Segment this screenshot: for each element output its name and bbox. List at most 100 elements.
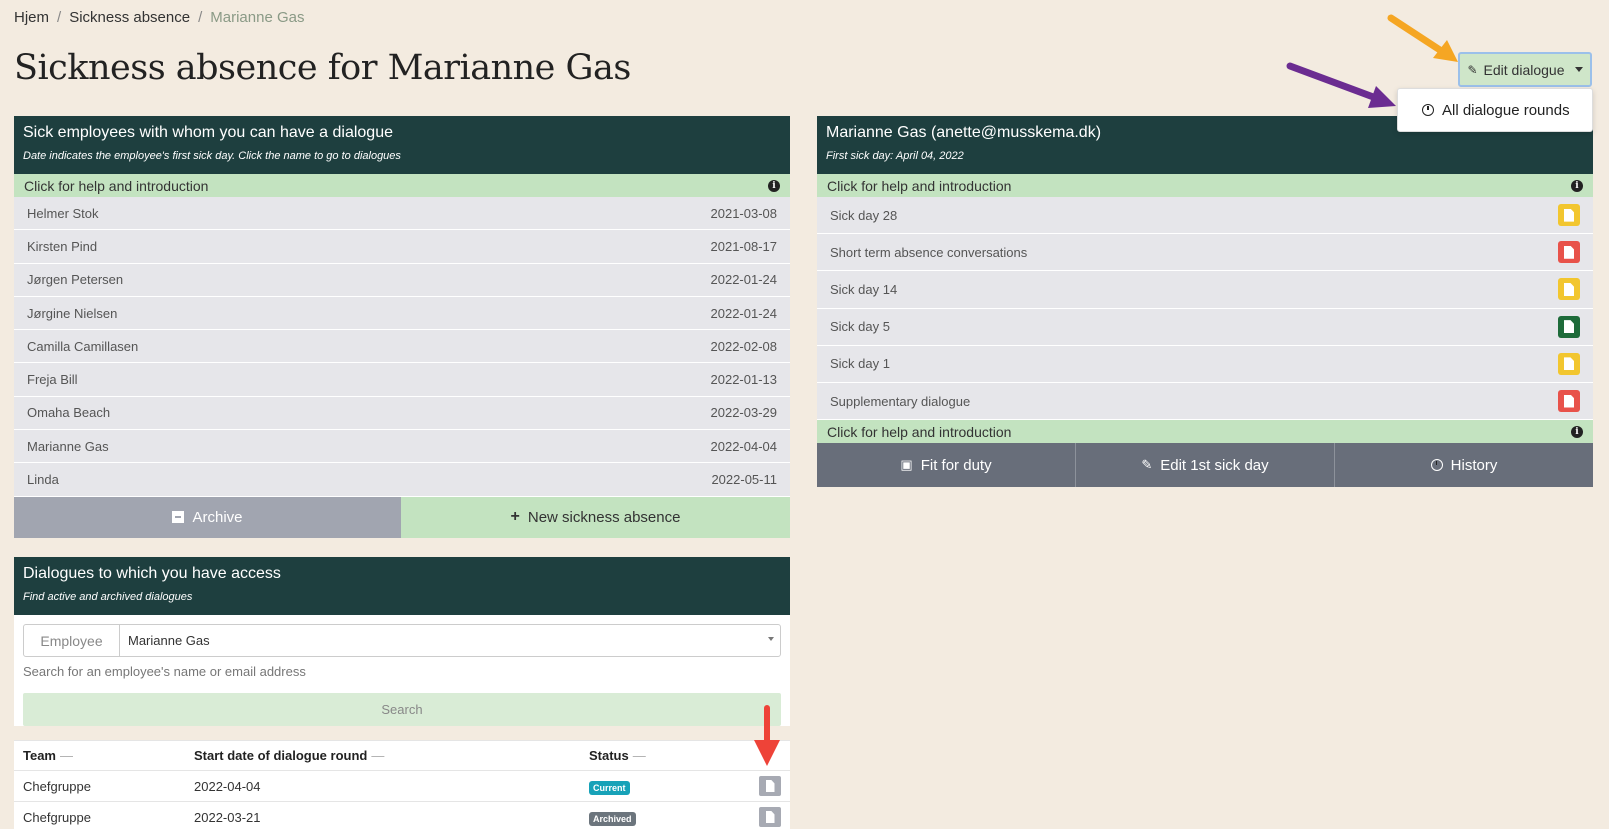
breadcrumb-section[interactable]: Sickness absence — [69, 9, 190, 26]
sick-employees-panel: Sick employees with whom you can have a … — [14, 116, 790, 538]
help-label: Click for help and introduction — [827, 177, 1012, 194]
action-cell — [730, 770, 790, 802]
first-sick-date: 2021-08-17 — [710, 238, 778, 254]
first-sick-date: 2022-01-24 — [710, 305, 778, 321]
help-bar[interactable]: Click for help and introduction i — [14, 174, 790, 197]
calendar-check-icon: ▣ — [900, 457, 913, 473]
document-icon[interactable] — [1558, 241, 1580, 264]
employee-select-text: Marianne Gas — [128, 633, 210, 648]
column-status[interactable]: Status — — [580, 740, 730, 771]
new-sickness-absence-button[interactable]: + New sickness absence — [401, 496, 790, 538]
list-item[interactable]: Marianne Gas 2022-04-04 — [14, 430, 790, 464]
column-start-date[interactable]: Start date of dialogue round — — [185, 740, 580, 771]
archive-icon — [172, 511, 185, 524]
employee-select-value[interactable]: Marianne Gas — [120, 625, 780, 656]
employee-name[interactable]: Camilla Camillasen — [27, 339, 138, 354]
search-card: Employee Marianne Gas Search for an empl… — [14, 615, 790, 726]
list-item[interactable]: Helmer Stok 2021-03-08 — [14, 197, 790, 231]
sick-panel-actions: Archive + New sickness absence — [14, 496, 790, 538]
document-icon[interactable] — [759, 807, 781, 827]
start-date-cell: 2022-03-21 — [185, 801, 580, 829]
column-team[interactable]: Team — — [14, 740, 185, 771]
dialogues-header: Dialogues to which you have access Find … — [14, 557, 790, 615]
pencil-icon: ✎ — [1467, 62, 1478, 77]
list-item[interactable]: Supplementary dialogue — [817, 382, 1593, 421]
document-icon[interactable] — [1558, 204, 1580, 227]
info-icon: i — [1571, 425, 1583, 438]
first-sick-date: 2022-05-11 — [711, 472, 777, 488]
column-status-label: Status — [589, 748, 629, 763]
list-item[interactable]: Sick day 14 — [817, 271, 1593, 309]
panel-title: Sick employees with whom you can have a … — [23, 124, 393, 141]
clock-icon — [1422, 104, 1434, 116]
list-item[interactable]: Kirsten Pind 2021-08-17 — [14, 230, 790, 264]
archive-button[interactable]: Archive — [14, 496, 401, 538]
employee-name[interactable]: Jørgen Petersen — [27, 272, 123, 287]
purple-arrow-annotation — [1286, 62, 1396, 108]
fit-for-duty-label: Fit for duty — [920, 456, 992, 474]
status-badge: Archived — [589, 811, 636, 826]
edit-first-sick-day-button[interactable]: ✎ Edit 1st sick day — [1076, 443, 1335, 488]
employee-name[interactable]: Kirsten Pind — [27, 239, 97, 254]
employee-name[interactable]: Jørgine Nielsen — [27, 306, 117, 321]
help-bar[interactable]: Click for help and introduction i — [817, 420, 1593, 444]
document-icon[interactable] — [1558, 352, 1580, 375]
plus-icon: + — [510, 508, 520, 526]
table-row: Chefgruppe 2022-03-21 Archived — [14, 801, 790, 829]
search-button[interactable]: Search — [23, 693, 781, 726]
fit-for-duty-button[interactable]: ▣ Fit for duty — [817, 443, 1076, 488]
first-sick-date: 2022-02-08 — [710, 338, 778, 354]
status-cell: Archived — [580, 801, 730, 829]
new-sickness-absence-label: New sickness absence — [527, 508, 681, 526]
dialogue-label: Supplementary dialogue — [830, 393, 971, 409]
first-sick-date: 2022-03-29 — [710, 405, 778, 421]
list-item[interactable]: Sick day 28 — [817, 197, 1593, 235]
list-item[interactable]: Jørgen Petersen 2022-01-24 — [14, 263, 790, 297]
list-item[interactable]: Sick day 5 — [817, 308, 1593, 346]
edit-dialogue-button[interactable]: ✎ Edit dialogue — [1458, 52, 1592, 87]
dialogues-access-panel: Dialogues to which you have access Find … — [14, 557, 790, 829]
employee-name[interactable]: Marianne Gas — [27, 439, 109, 454]
breadcrumb-separator: / — [57, 9, 62, 26]
list-item[interactable]: Linda 2022-05-11 — [14, 463, 790, 497]
orange-arrow-annotation — [1387, 14, 1458, 62]
info-icon: i — [768, 179, 780, 192]
list-item[interactable]: Omaha Beach 2022-03-29 — [14, 396, 790, 431]
employee-name[interactable]: Omaha Beach — [27, 405, 110, 420]
list-item[interactable]: Short term absence conversations — [817, 234, 1593, 272]
employee-name[interactable]: Freja Bill — [27, 372, 78, 387]
document-icon[interactable] — [1558, 390, 1580, 413]
menu-item-all-dialogue-rounds[interactable]: All dialogue rounds — [1442, 102, 1570, 119]
help-bar[interactable]: Click for help and introduction i — [817, 174, 1593, 197]
dialogue-rounds-table: Team — Start date of dialogue round — Stat… — [14, 740, 790, 829]
document-icon[interactable] — [759, 776, 781, 796]
chevron-down-icon — [768, 637, 774, 641]
list-item[interactable]: Camilla Camillasen 2022-02-08 — [14, 330, 790, 364]
list-item[interactable]: Freja Bill 2022-01-13 — [14, 363, 790, 397]
panel-subtitle: Date indicates the employee's first sick… — [23, 150, 401, 162]
first-sick-date: 2022-01-24 — [710, 272, 778, 288]
history-label: History — [1450, 456, 1498, 474]
employee-select[interactable]: Employee Marianne Gas — [23, 624, 781, 657]
employee-name[interactable]: Helmer Stok — [27, 206, 99, 221]
list-item[interactable]: Sick day 1 — [817, 345, 1593, 383]
document-icon[interactable] — [1558, 278, 1580, 301]
dialogue-label: Sick day 1 — [830, 356, 890, 372]
status-cell: Current — [580, 770, 730, 802]
status-badge: Current — [589, 780, 630, 795]
employee-list: Helmer Stok 2021-03-08 Kirsten Pind 2021-0… — [14, 197, 790, 497]
first-sick-date: 2022-01-13 — [710, 372, 778, 388]
clock-icon — [1430, 459, 1443, 472]
help-label: Click for help and introduction — [24, 177, 209, 194]
search-hint: Search for an employee's name or email a… — [23, 664, 306, 679]
dialogue-label: Sick day 28 — [830, 207, 898, 223]
column-start-label: Start date of dialogue round — [194, 748, 368, 763]
employee-name[interactable]: Linda — [27, 472, 59, 487]
history-button[interactable]: History — [1335, 443, 1593, 488]
document-icon[interactable] — [1558, 315, 1580, 338]
list-item[interactable]: Jørgine Nielsen 2022-01-24 — [14, 296, 790, 331]
breadcrumb-home[interactable]: Hjem — [14, 9, 49, 26]
dialogue-label: Short term absence conversations — [830, 244, 1028, 260]
dialogue-list: Sick day 28 Short term absence conversat… — [817, 197, 1593, 421]
breadcrumb-separator: / — [198, 9, 203, 26]
